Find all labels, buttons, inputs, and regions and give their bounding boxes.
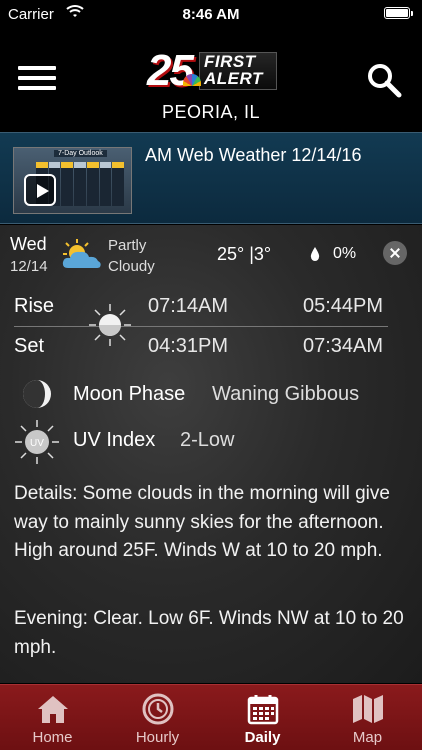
- sunrise-time: 07:14AM: [148, 295, 229, 317]
- high-low-temps: 25° |3°: [217, 244, 272, 264]
- hamburger-icon-bar: [18, 86, 56, 90]
- tab-home-label: Home: [32, 729, 73, 746]
- day-date: 12/14: [10, 258, 48, 275]
- moonrise-time: 05:44PM: [303, 295, 384, 317]
- forecast-details: Details: Some clouds in the morning will…: [14, 483, 390, 561]
- sun-moon-times: Rise Set 07:14AM 04:31PM 05:44PM 07:34AM: [0, 283, 422, 373]
- close-icon[interactable]: [383, 241, 407, 265]
- hamburger-icon-bar: [18, 76, 56, 80]
- sun-icon: [89, 304, 131, 346]
- tab-bar: Home Hourly Daily Map: [0, 684, 422, 750]
- peacock-icon: [183, 74, 201, 86]
- uv-icon-text: UV: [30, 438, 44, 449]
- raindrop-icon: [310, 247, 320, 261]
- tab-daily[interactable]: Daily: [210, 685, 315, 750]
- calendar-icon: [247, 695, 279, 725]
- tab-map[interactable]: Map: [315, 685, 420, 750]
- tab-hourly-label: Hourly: [135, 729, 180, 746]
- tab-daily-label: Daily: [244, 729, 281, 746]
- location-label: PEORIA, IL: [161, 102, 261, 122]
- app-header: 25 FIRST ALERT PEORIA, IL: [0, 28, 422, 132]
- video-title[interactable]: AM Web Weather 12/14/16: [145, 145, 361, 166]
- uv-index-row: UV UV Index 2-Low: [0, 419, 422, 465]
- clock-time: 8:46 AM: [182, 6, 240, 23]
- horizon-divider: [14, 326, 388, 327]
- station-logo: 25 FIRST ALERT: [147, 46, 277, 95]
- logo-line2: ALERT: [204, 69, 263, 88]
- play-icon[interactable]: [24, 174, 56, 206]
- precip-chance: 0%: [333, 245, 357, 262]
- video-bar[interactable]: 7-Day Outlook AM Web Weather 12/14/16: [0, 132, 422, 224]
- moon-icon: [263, 311, 278, 341]
- day-summary-row: Wed 12/14 Partly Cloudy 25° |3° 0%: [0, 225, 422, 283]
- menu-button[interactable]: [18, 66, 56, 96]
- moon-phase-icon: [23, 380, 51, 408]
- condition-line1: Partly: [108, 237, 147, 254]
- uv-index-label: UV Index: [73, 429, 156, 451]
- tab-hourly[interactable]: Hourly: [105, 685, 210, 750]
- home-icon: [38, 696, 68, 723]
- rise-label: Rise: [14, 295, 55, 317]
- map-icon: [353, 695, 383, 723]
- sunset-time: 04:31PM: [148, 335, 229, 357]
- moon-phase-value: Waning Gibbous: [212, 383, 360, 405]
- partly-cloudy-icon: [62, 239, 101, 268]
- hamburger-icon-bar: [18, 66, 56, 70]
- moon-phase-row: Moon Phase Waning Gibbous: [0, 373, 422, 419]
- clock-icon: [142, 693, 174, 725]
- logo-number: 25: [147, 46, 194, 95]
- day-detail-panel: Wed 12/14 Partly Cloudy 25° |3° 0% Rise …: [0, 225, 422, 683]
- video-thumbnail[interactable]: 7-Day Outlook: [13, 147, 132, 214]
- moonset-time: 07:34AM: [303, 335, 384, 357]
- battery-icon: [384, 7, 413, 19]
- evening-forecast: Evening: Clear. Low 6F. Winds NW at 10 t…: [14, 608, 404, 658]
- thumbnail-caption: 7-Day Outlook: [54, 150, 107, 157]
- uv-sun-icon: UV: [15, 420, 59, 464]
- set-label: Set: [14, 335, 45, 357]
- tab-home[interactable]: Home: [0, 685, 105, 750]
- status-bar: Carrier 8:46 AM: [0, 0, 422, 28]
- uv-index-value: 2-Low: [180, 429, 235, 451]
- condition-line2: Cloudy: [108, 258, 155, 275]
- tab-map-label: Map: [352, 729, 383, 746]
- search-icon[interactable]: [366, 62, 402, 98]
- day-name: Wed: [10, 234, 47, 254]
- moon-phase-label: Moon Phase: [73, 383, 186, 405]
- condition-text: Partly Cloudy: [108, 235, 155, 277]
